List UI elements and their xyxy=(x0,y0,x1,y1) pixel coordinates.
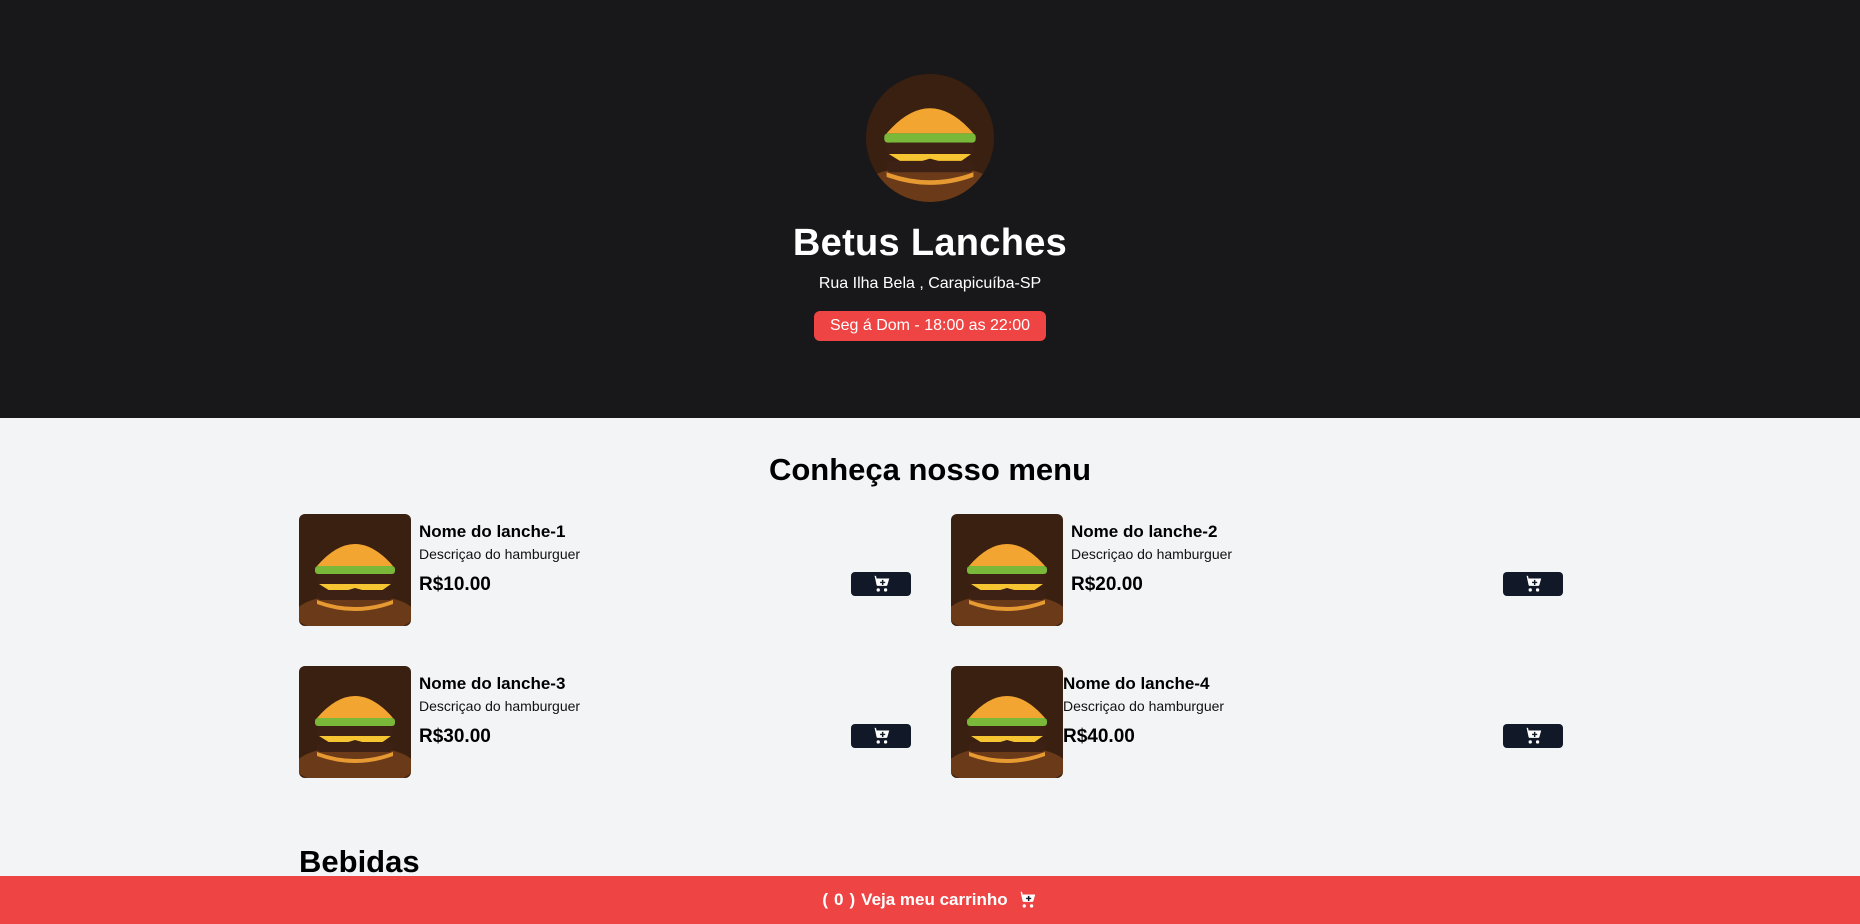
menu-item-price: R$40.00 xyxy=(1063,726,1135,747)
menu-item: Nome do lanche-3 Descriçao do hamburguer… xyxy=(299,666,911,778)
menu-item-image xyxy=(299,666,411,778)
menu-item-description: Descriçao do hamburguer xyxy=(419,698,581,714)
menu-item: Nome do lanche-2 Descriçao do hamburguer… xyxy=(951,514,1563,626)
cart-plus-icon xyxy=(1522,725,1544,747)
add-to-cart-button[interactable] xyxy=(851,572,911,596)
cart-plus-icon xyxy=(870,573,892,595)
menu-title: Conheça nosso menu xyxy=(768,452,1092,487)
menu-item-description: Descriçao do hamburguer xyxy=(419,546,581,562)
restaurant-address: Rua Ilha Bela , Carapicuíba-SP xyxy=(818,275,1042,292)
cart-count-open-paren: ( xyxy=(822,890,829,909)
menu-item-image xyxy=(951,514,1063,626)
cart-plus-icon xyxy=(870,725,892,747)
menu-item-name: Nome do lanche-3 xyxy=(419,674,566,693)
menu-item-name: Nome do lanche-2 xyxy=(1071,522,1218,541)
menu-item-description: Descriçao do hamburguer xyxy=(1071,546,1233,562)
restaurant-logo xyxy=(866,74,994,202)
menu-item-image xyxy=(299,514,411,626)
menu-item-price: R$20.00 xyxy=(1071,574,1143,595)
menu-item-price: R$10.00 xyxy=(419,574,491,595)
cart-count-close-paren: ) xyxy=(849,890,856,909)
menu-item-image xyxy=(951,666,1063,778)
add-to-cart-button[interactable] xyxy=(1503,572,1563,596)
menu-item: Nome do lanche-4 Descriçao do hamburguer… xyxy=(951,666,1563,778)
menu-item-description: Descriçao do hamburguer xyxy=(1063,698,1225,714)
drinks-section-title: Bebidas xyxy=(299,844,420,879)
cart-plus-icon xyxy=(1522,573,1544,595)
menu-item: Nome do lanche-1 Descriçao do hamburguer… xyxy=(299,514,911,626)
menu-item-price: R$30.00 xyxy=(419,726,491,747)
menu-item-name: Nome do lanche-1 xyxy=(419,522,566,541)
cart-plus-icon xyxy=(1016,889,1038,911)
menu-item-name: Nome do lanche-4 xyxy=(1063,674,1210,693)
cart-count: 0 xyxy=(834,890,844,909)
restaurant-header: Betus Lanches Rua Ilha Bela , Carapicuíb… xyxy=(0,0,1860,418)
view-cart-label: Veja meu carrinho xyxy=(861,890,1008,909)
view-cart-button[interactable]: ( 0 ) Veja meu carrinho xyxy=(0,876,1860,924)
add-to-cart-button[interactable] xyxy=(1503,724,1563,748)
restaurant-title: Betus Lanches xyxy=(792,222,1068,264)
opening-hours-badge: Seg á Dom - 18:00 as 22:00 xyxy=(813,311,1047,341)
add-to-cart-button[interactable] xyxy=(851,724,911,748)
